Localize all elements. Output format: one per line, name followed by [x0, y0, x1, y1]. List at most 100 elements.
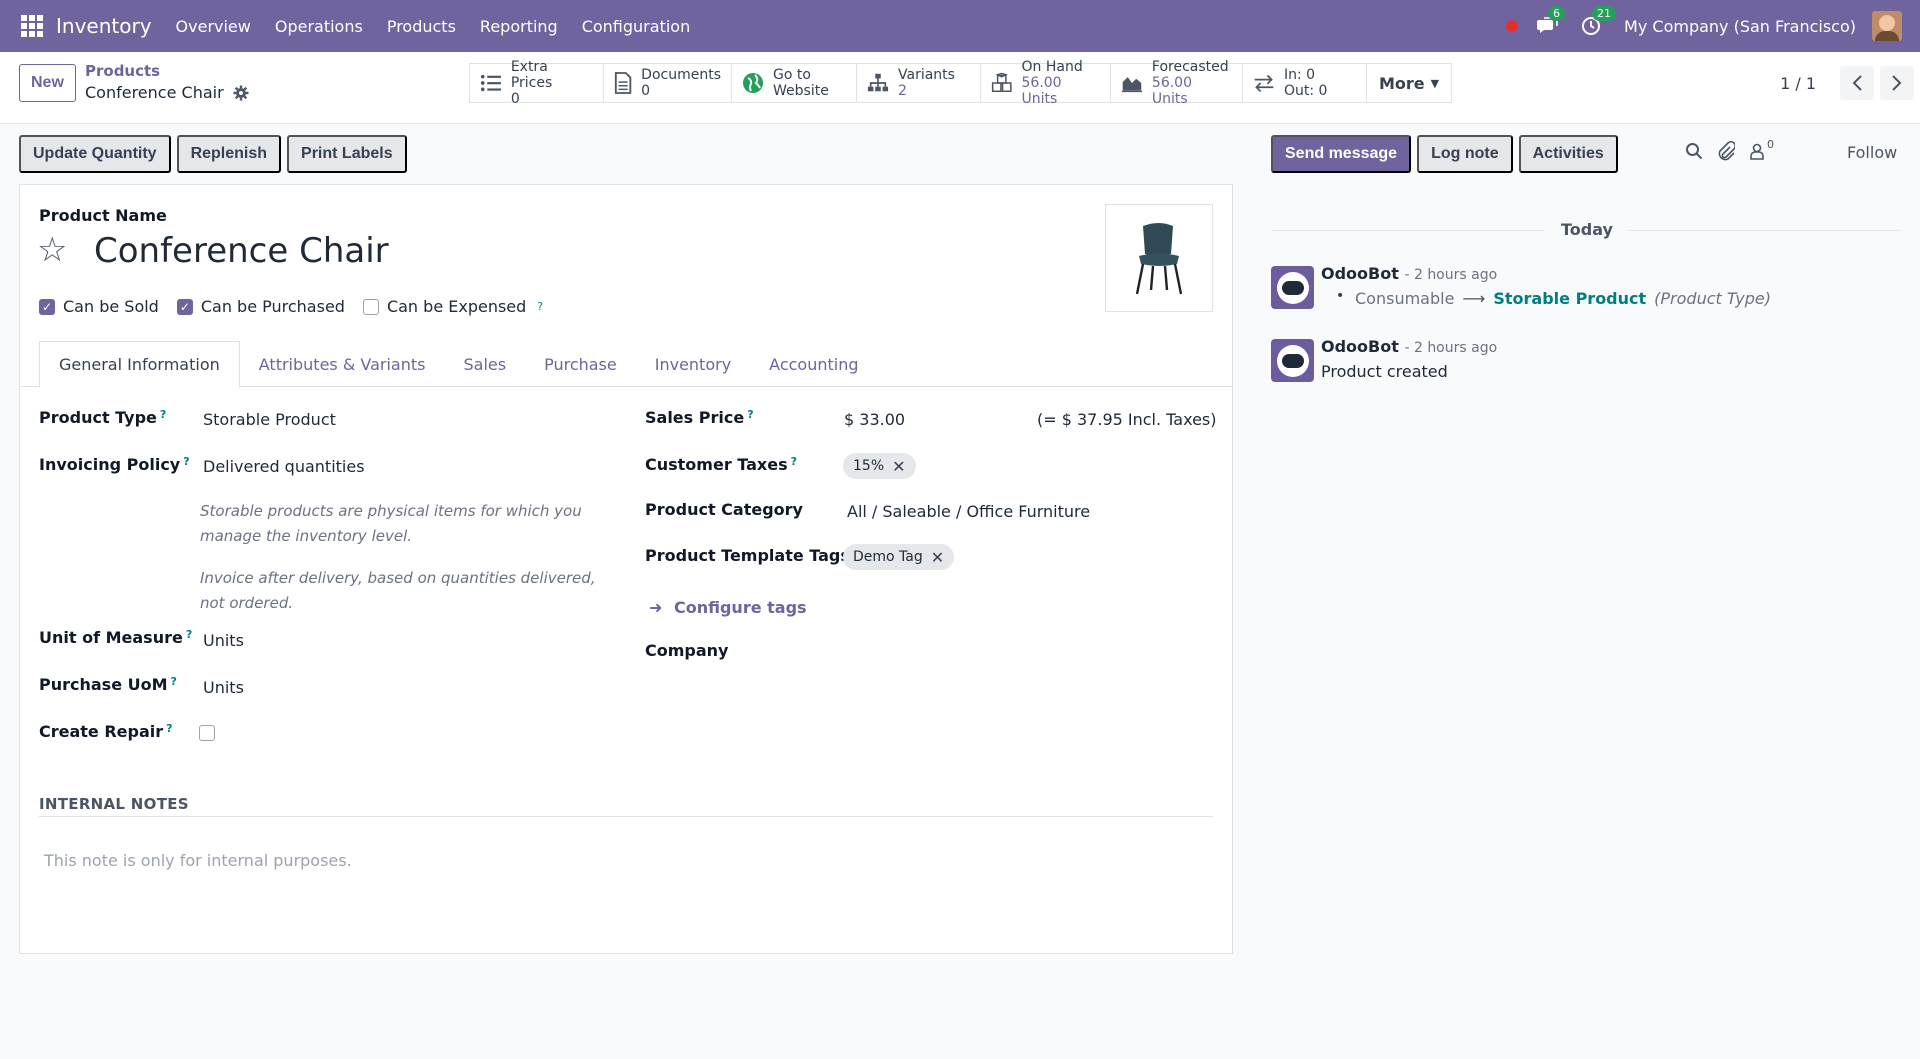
pager-previous-button[interactable] — [1840, 66, 1874, 100]
gear-icon[interactable] — [233, 85, 249, 101]
update-quantity-button[interactable]: Update Quantity — [19, 135, 171, 173]
paperclip-icon[interactable] — [1717, 141, 1735, 161]
help-icon[interactable]: ? — [160, 408, 166, 421]
messages-systray[interactable]: 6 — [1536, 6, 1566, 37]
form-sheet: Product Name ☆ Conference Chair ✓ Can be… — [19, 184, 1233, 954]
can-be-purchased-checkbox[interactable]: ✓ Can be Purchased — [176, 297, 345, 316]
forecasted-button[interactable]: Forecasted 56.00 Units — [1111, 59, 1243, 107]
tab-accounting[interactable]: Accounting — [750, 341, 877, 387]
send-message-button[interactable]: Send message — [1271, 135, 1412, 173]
help-icon[interactable]: ? — [186, 628, 192, 641]
internal-notes-divider — [39, 816, 1213, 817]
print-labels-button[interactable]: Print Labels — [287, 135, 407, 173]
purchase-uom-label: Purchase UoM? — [39, 675, 177, 694]
forecasted-label: Forecasted — [1151, 59, 1229, 75]
uom-field[interactable]: Units — [203, 631, 244, 650]
chevron-right-icon — [1892, 75, 1902, 91]
author-name[interactable]: OdooBot — [1321, 337, 1399, 356]
replenish-button[interactable]: Replenish — [176, 135, 282, 173]
menu-operations[interactable]: Operations — [263, 17, 375, 36]
can-be-sold-checkbox[interactable]: ✓ Can be Sold — [39, 297, 159, 316]
product-name-field[interactable]: Conference Chair — [94, 231, 389, 271]
create-repair-checkbox[interactable] — [199, 725, 215, 741]
help-icon[interactable]: ? — [747, 408, 753, 421]
configure-tags-link[interactable]: ➜ Configure tags — [649, 598, 807, 617]
tab-general-information[interactable]: General Information — [39, 341, 240, 388]
uom-label-text: Unit of Measure — [39, 628, 183, 647]
new-button[interactable]: New — [19, 64, 76, 102]
remove-tag-icon[interactable]: ✕ — [892, 457, 905, 476]
message-time: - 2 hours ago — [1404, 267, 1498, 283]
go-to-website-button[interactable]: Go to Website — [732, 64, 857, 102]
pager-next-button[interactable] — [1880, 66, 1914, 100]
documents-button[interactable]: Documents 0 — [604, 64, 732, 102]
invoicing-policy-field[interactable]: Delivered quantities — [203, 457, 365, 476]
odoobot-avatar[interactable] — [1271, 339, 1314, 382]
tab-attributes-variants[interactable]: Attributes & Variants — [240, 341, 445, 387]
product-image[interactable] — [1105, 204, 1213, 312]
menu-reporting[interactable]: Reporting — [468, 17, 570, 36]
go-to-label: Go to — [773, 67, 811, 83]
product-type-field[interactable]: Storable Product — [203, 410, 336, 429]
website-label: Website — [773, 83, 829, 99]
product-flags: ✓ Can be Sold ✓ Can be Purchased Can be … — [39, 297, 543, 316]
purchase-uom-field[interactable]: Units — [203, 678, 244, 697]
documents-value: 0 — [641, 83, 651, 99]
checkbox-unchecked-icon — [362, 298, 379, 315]
breadcrumb-parent[interactable]: Products — [85, 62, 160, 80]
sales-price-field[interactable]: $ 33.00 — [844, 410, 905, 429]
company-switcher[interactable]: My Company (San Francisco) — [1624, 17, 1856, 36]
follow-button[interactable]: Follow — [1847, 143, 1897, 162]
tab-purchase[interactable]: Purchase — [525, 341, 636, 387]
menu-configuration[interactable]: Configuration — [570, 17, 703, 36]
message-author: OdooBot - 2 hours ago — [1321, 264, 1497, 283]
odoobot-avatar[interactable] — [1271, 266, 1314, 309]
user-avatar[interactable] — [1872, 11, 1902, 41]
menu-overview[interactable]: Overview — [164, 17, 263, 36]
exchange-icon — [1254, 74, 1274, 93]
can-be-expensed-checkbox[interactable]: Can be Expensed? — [362, 297, 543, 316]
can-be-purchased-label: Can be Purchased — [200, 297, 345, 316]
variants-button[interactable]: Variants 2 — [857, 64, 981, 102]
activities-button[interactable]: Activities — [1518, 135, 1618, 173]
help-icon[interactable]: ? — [183, 455, 189, 468]
help-icon[interactable]: ? — [166, 722, 172, 735]
customer-taxes-label: Customer Taxes? — [645, 455, 797, 474]
create-repair-label: Create Repair? — [39, 722, 173, 741]
apps-menu-icon[interactable] — [21, 15, 43, 37]
template-tag-label: Demo Tag — [853, 549, 923, 565]
sales-price-label-text: Sales Price — [645, 408, 745, 427]
app-name[interactable]: Inventory — [56, 14, 152, 38]
recording-indicator-icon[interactable] — [1506, 20, 1519, 32]
on-hand-button[interactable]: On Hand 56.00 Units — [981, 59, 1111, 107]
product-category-field[interactable]: All / Saleable / Office Furniture — [847, 502, 1090, 521]
storable-hint: Storable products are physical items for… — [200, 502, 582, 545]
caret-down-icon: ▼ — [1430, 76, 1440, 90]
tab-sales[interactable]: Sales — [444, 341, 525, 387]
sales-price-incl-taxes: (= $ 37.95 Incl. Taxes) — [1037, 410, 1217, 429]
list-icon — [480, 74, 501, 92]
favorite-star-icon[interactable]: ☆ — [37, 230, 67, 270]
activities-systray[interactable]: 21 — [1580, 6, 1617, 37]
remove-tag-icon[interactable]: ✕ — [931, 548, 944, 567]
followers-button[interactable]: 0 — [1749, 138, 1774, 160]
tracking-old-value: Consumable — [1355, 289, 1455, 308]
menu-products[interactable]: Products — [375, 17, 468, 36]
more-button[interactable]: More ▼ — [1367, 64, 1451, 102]
help-icon[interactable]: ? — [171, 675, 177, 688]
messages-badge: 6 — [1548, 6, 1566, 21]
in-out-button[interactable]: In: 0 Out: 0 — [1243, 64, 1367, 102]
help-icon[interactable]: ? — [537, 300, 543, 313]
tab-inventory[interactable]: Inventory — [636, 341, 750, 387]
checkbox-checked-icon: ✓ — [176, 298, 193, 315]
search-icon[interactable] — [1685, 142, 1703, 160]
log-note-button[interactable]: Log note — [1417, 135, 1513, 173]
author-name[interactable]: OdooBot — [1321, 264, 1399, 283]
configure-tags-label: Configure tags — [673, 598, 807, 617]
tracking-value: • Consumable ⟶ Storable Product (Product… — [1336, 288, 1771, 308]
extra-prices-button[interactable]: Extra Prices 0 — [470, 59, 604, 107]
internal-notes-input[interactable]: This note is only for internal purposes. — [44, 851, 352, 870]
pager-value[interactable]: 1 / 1 — [1780, 74, 1816, 93]
help-icon[interactable]: ? — [791, 455, 797, 468]
chatter-topbar-icons: 0 — [1685, 138, 1774, 161]
